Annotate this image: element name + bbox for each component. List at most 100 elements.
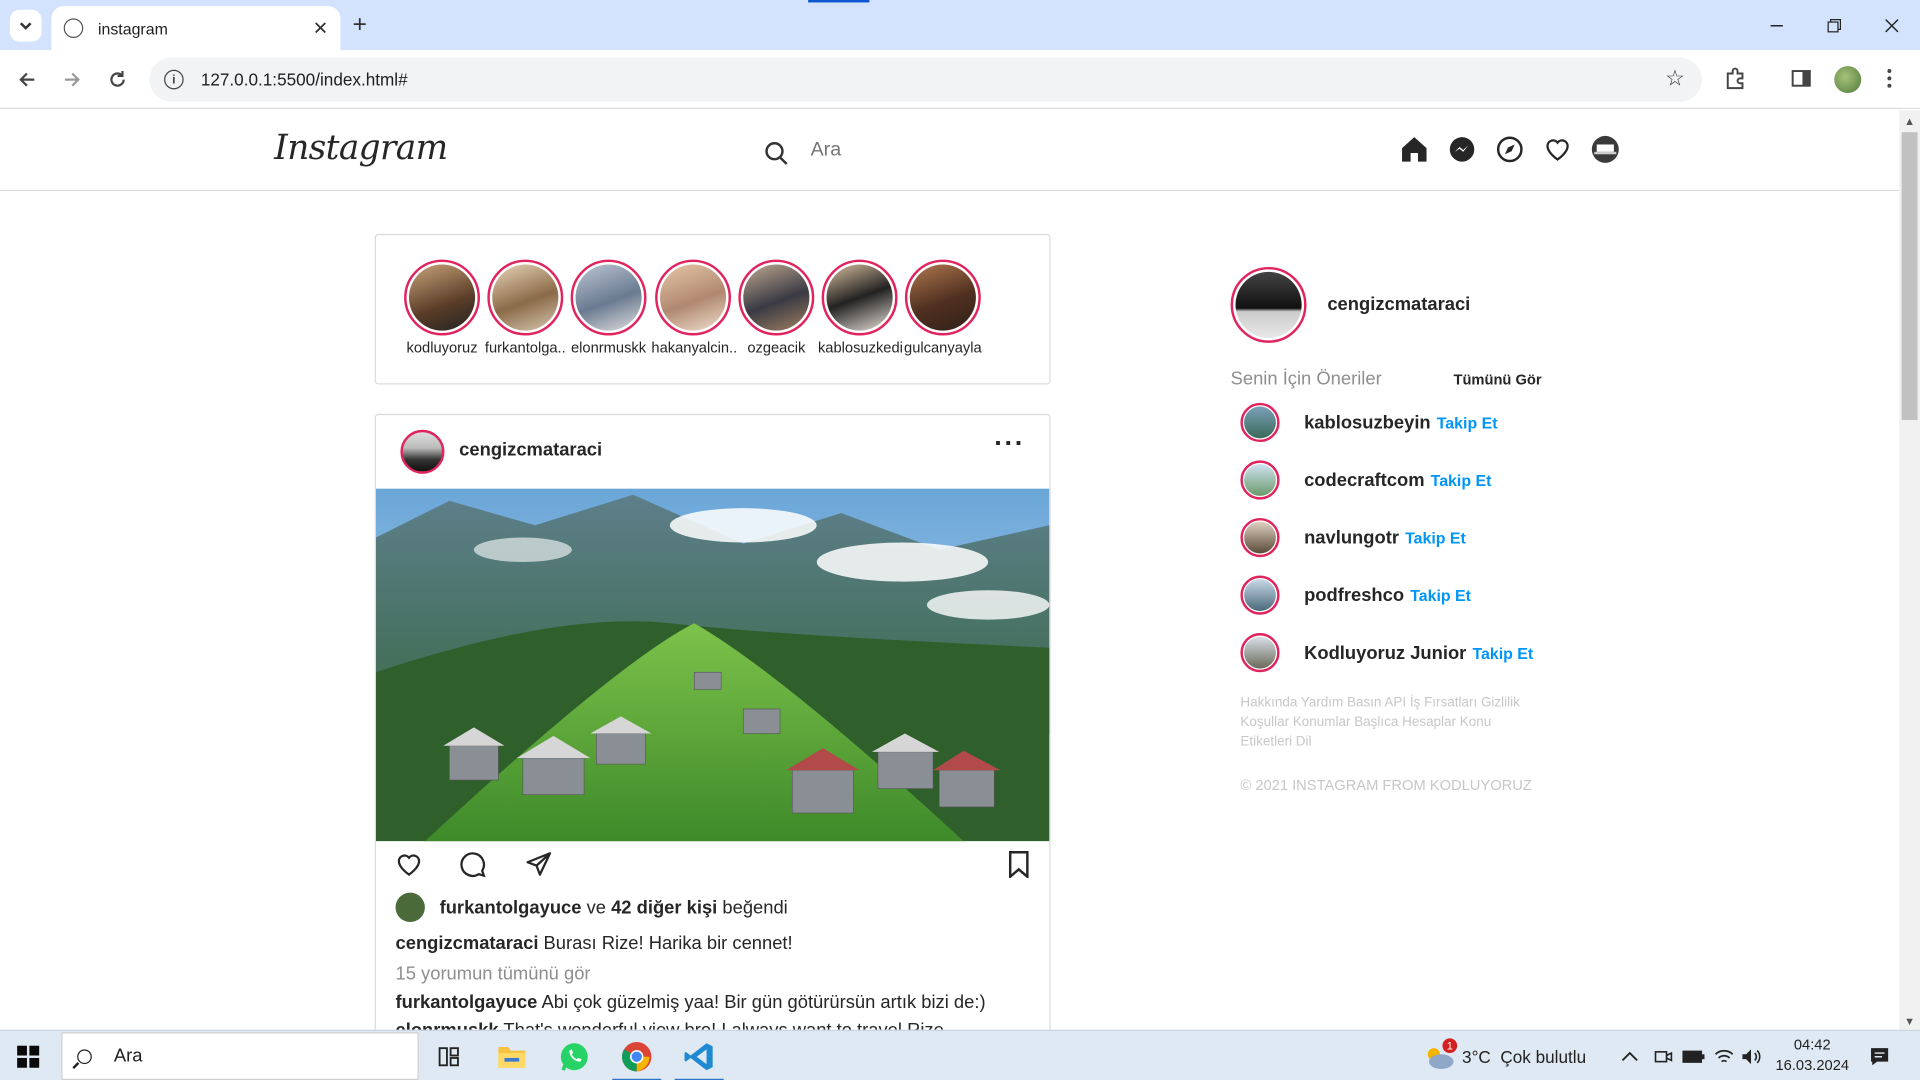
weather-widget[interactable]: 1 3°C Çok bulutlu: [1423, 1031, 1586, 1080]
follow-button[interactable]: Takip Et: [1437, 413, 1498, 431]
footer-links[interactable]: Hakkında Yardım Basın API İş Fırsatları …: [1240, 693, 1534, 752]
liker-name[interactable]: furkantolgayuce: [440, 897, 582, 918]
post-author-avatar[interactable]: [400, 429, 445, 474]
my-avatar[interactable]: [1230, 266, 1307, 343]
back-icon[interactable]: [10, 62, 44, 96]
show-hidden-icons[interactable]: [1621, 1031, 1638, 1080]
whatsapp-icon[interactable]: [547, 1036, 601, 1078]
meet-now-icon[interactable]: [1653, 1031, 1673, 1080]
story-item[interactable]: kodluyoruz: [400, 259, 483, 357]
forward-icon[interactable]: [55, 62, 89, 96]
close-icon[interactable]: [1862, 0, 1920, 50]
story-item[interactable]: hakanyalcin..: [651, 259, 737, 356]
comment-user[interactable]: elonrmuskk: [396, 1020, 499, 1030]
comment: furkantolgayuce Abi çok güzelmiş yaa! Bi…: [396, 992, 986, 1013]
explore-icon[interactable]: [1495, 135, 1524, 164]
suggestion-name[interactable]: podfreshco: [1304, 585, 1404, 606]
follow-button[interactable]: Takip Et: [1472, 643, 1533, 661]
extensions-icon[interactable]: [1724, 67, 1746, 95]
clock-time: 04:42: [1793, 1035, 1831, 1054]
battery-icon[interactable]: [1681, 1031, 1705, 1080]
taskbar-search[interactable]: Ara: [61, 1032, 419, 1080]
suggestion-avatar[interactable]: [1240, 402, 1280, 443]
scrollbar-thumb[interactable]: [1901, 132, 1918, 421]
file-explorer-icon[interactable]: [485, 1036, 539, 1078]
menu-dots-icon[interactable]: [1886, 67, 1893, 95]
more-options-icon[interactable]: ···: [994, 427, 1025, 459]
tab-indicator: [808, 0, 870, 3]
weather-text: Çok bulutlu: [1500, 1046, 1587, 1066]
site-info-icon[interactable]: i: [164, 69, 184, 90]
browser-tab[interactable]: instagram ✕: [51, 6, 341, 51]
story-avatar: [821, 259, 898, 336]
windows-start-icon[interactable]: [17, 1045, 40, 1068]
story-avatar: [738, 259, 815, 336]
search-icon: [765, 141, 784, 160]
suggestion-avatar[interactable]: [1240, 517, 1280, 558]
suggestion-name[interactable]: kablosuzbeyin: [1304, 412, 1431, 433]
search-input[interactable]: [810, 139, 1056, 162]
follow-button[interactable]: Takip Et: [1410, 586, 1471, 604]
follow-button[interactable]: Takip Et: [1431, 471, 1492, 489]
profile-avatar[interactable]: [1591, 135, 1620, 164]
follow-button[interactable]: Takip Et: [1405, 528, 1466, 546]
story-item[interactable]: kablosuzkedi: [818, 259, 903, 356]
task-view-icon[interactable]: [422, 1036, 476, 1078]
suggestion-name[interactable]: navlungotr: [1304, 527, 1399, 548]
notifications-icon[interactable]: [1869, 1031, 1891, 1080]
taskbar-clock[interactable]: 04:42 16.03.2024: [1776, 1035, 1850, 1077]
story-name: kodluyoruz: [406, 339, 478, 357]
bookmark-icon[interactable]: [1008, 851, 1030, 884]
post-author[interactable]: cengizcmataraci: [459, 440, 602, 461]
suggestion-avatar[interactable]: [1240, 575, 1280, 615]
liker-avatar[interactable]: [395, 892, 425, 923]
tab-search-button[interactable]: [9, 9, 42, 42]
minimize-icon[interactable]: [1747, 0, 1805, 50]
comment-icon[interactable]: [459, 851, 486, 884]
suggestion-name[interactable]: Kodluyoruz Junior: [1304, 642, 1466, 663]
address-bar[interactable]: i 127.0.0.1:5500/index.html# ☆: [149, 57, 1703, 102]
scroll-down-icon[interactable]: ▼: [1904, 1015, 1915, 1027]
new-tab-button[interactable]: +: [353, 11, 367, 39]
comment-user[interactable]: furkantolgayuce: [396, 992, 538, 1013]
chrome-icon[interactable]: [610, 1036, 664, 1080]
caption: cengizcmataraci Burası Rize! Harika bir …: [396, 933, 793, 954]
like-icon[interactable]: [396, 851, 423, 884]
see-all-link[interactable]: Tümünü Gör: [1453, 371, 1541, 388]
post-image[interactable]: [375, 488, 1050, 842]
my-username[interactable]: cengizcmataraci: [1327, 294, 1470, 315]
browser-profile-avatar[interactable]: [1834, 66, 1862, 94]
suggestion-name[interactable]: codecraftcom: [1304, 470, 1424, 491]
search-box[interactable]: [753, 132, 1071, 169]
vscode-icon[interactable]: [672, 1036, 726, 1080]
reload-icon[interactable]: [100, 62, 134, 96]
messenger-icon[interactable]: [1447, 135, 1476, 164]
volume-icon[interactable]: [1741, 1031, 1763, 1080]
page-scrollbar[interactable]: ▲ ▼: [1899, 110, 1920, 1030]
restore-icon[interactable]: [1805, 0, 1863, 50]
likes-and: ve: [586, 896, 606, 918]
story-item[interactable]: gulcanyayla: [901, 259, 984, 356]
suggestion-avatar[interactable]: [1240, 460, 1280, 500]
home-icon[interactable]: [1400, 135, 1429, 164]
close-tab-icon[interactable]: ✕: [313, 17, 328, 39]
likes-others[interactable]: 42 diğer kişi: [611, 897, 717, 918]
suggestion-avatar[interactable]: [1240, 633, 1280, 673]
search-icon: [77, 1048, 92, 1064]
heart-icon[interactable]: [1543, 135, 1572, 164]
story-item[interactable]: furkantolga..: [484, 259, 567, 356]
side-panel-icon[interactable]: [1790, 67, 1812, 95]
story-item[interactable]: ozgeacik: [735, 259, 818, 356]
url-text: 127.0.0.1:5500/index.html#: [200, 69, 408, 90]
wifi-icon[interactable]: [1714, 1031, 1734, 1080]
story-item[interactable]: elonrmuskk: [567, 259, 650, 356]
bookmark-star-icon[interactable]: ☆: [1665, 66, 1685, 92]
share-icon[interactable]: [525, 851, 552, 884]
web-page: Instagram Ara kodluyoruz furkantolga.. e…: [0, 110, 1900, 1030]
view-comments-link[interactable]: 15 yorumun tümünü gör: [396, 964, 591, 985]
comment-text: That's wonderful view bro! I always want…: [503, 1020, 943, 1030]
scroll-up-icon[interactable]: ▲: [1904, 115, 1915, 127]
caption-user[interactable]: cengizcmataraci: [396, 933, 539, 954]
comment: elonrmuskk That's wonderful view bro! I …: [396, 1020, 944, 1030]
instagram-logo[interactable]: Instagram: [274, 127, 448, 167]
